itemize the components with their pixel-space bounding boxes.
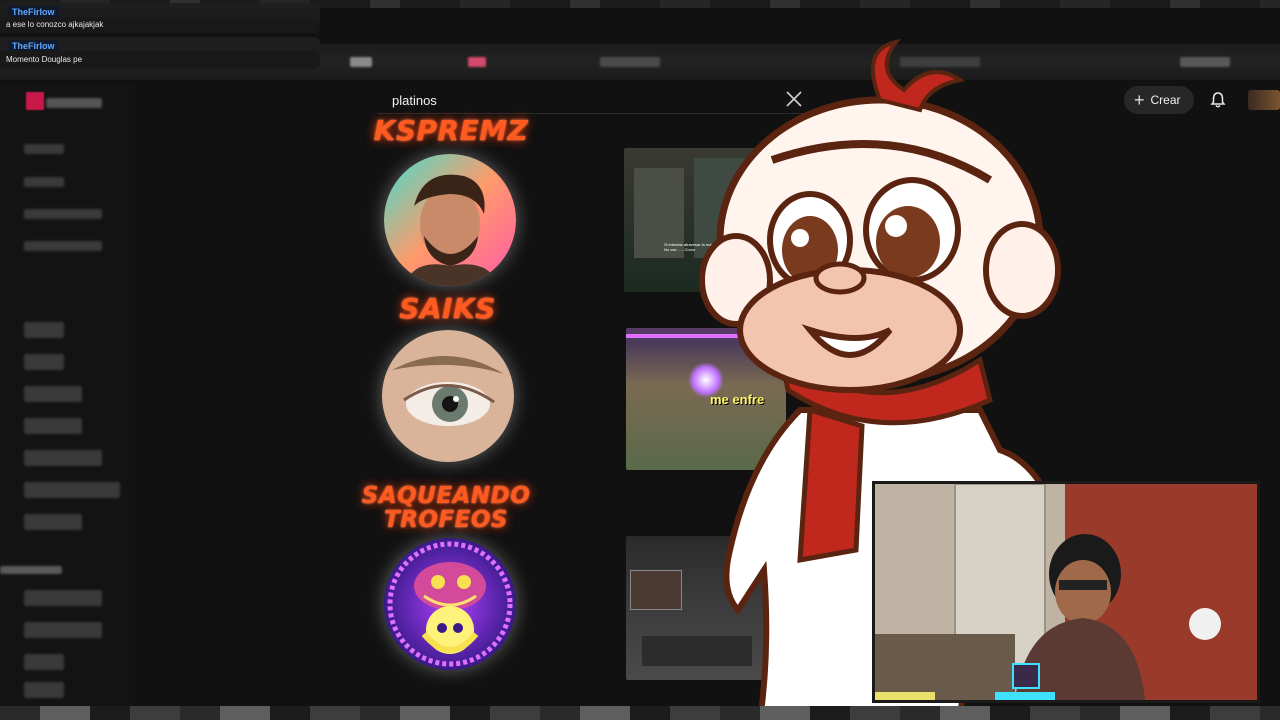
chat-text: Momento Douglas pe <box>6 55 83 64</box>
sidebar-item[interactable] <box>24 682 64 698</box>
sidebar-item[interactable] <box>24 322 64 338</box>
channel-avatar[interactable] <box>384 154 516 286</box>
sidebar-item[interactable] <box>24 386 82 402</box>
channel-avatar[interactable] <box>384 538 516 670</box>
sidebar-item[interactable] <box>24 590 102 606</box>
bell-icon[interactable] <box>1209 91 1227 109</box>
chat-message-body: a ese lo conozco ajkajakjak <box>0 17 320 33</box>
sidebar-item[interactable] <box>24 654 64 670</box>
channel-name-line: TROFEOS <box>384 507 508 533</box>
channel-name-line: SAQUEANDO <box>361 483 531 509</box>
chat-message-body: Momento Douglas pe <box>0 51 320 69</box>
sidebar-item[interactable] <box>24 622 102 638</box>
logo-icon[interactable] <box>26 92 44 110</box>
sidebar-item[interactable] <box>46 98 102 108</box>
sidebar-item[interactable] <box>24 144 64 154</box>
search-input[interactable]: platinos <box>392 93 437 108</box>
bookmark-blob <box>600 57 660 67</box>
blurred-bottom-strip <box>0 706 1280 720</box>
sidebar-item[interactable] <box>24 418 82 434</box>
channel-name: KSPREMZ <box>373 114 529 147</box>
bookmark-blob <box>468 57 486 67</box>
channel-name: SAQUEANDO TROFEOS <box>356 484 536 532</box>
avatar-image <box>382 330 514 462</box>
sidebar-item[interactable] <box>24 241 102 251</box>
create-button[interactable]: + Crear <box>1124 86 1194 114</box>
avatar[interactable] <box>1248 90 1280 110</box>
create-label: Crear <box>1150 93 1181 107</box>
channel-name: SAIKS <box>399 292 496 325</box>
avatar-image <box>384 538 516 670</box>
sidebar-item[interactable] <box>24 514 82 530</box>
bookmark-blob <box>1180 57 1230 67</box>
sidebar-item[interactable] <box>24 177 64 187</box>
sidebar-item[interactable] <box>24 482 120 498</box>
webcam-overlay <box>872 481 1260 703</box>
bookmark-blob <box>350 57 372 67</box>
sidebar-item[interactable] <box>24 354 64 370</box>
webcam-feed <box>875 484 1257 700</box>
plus-icon: + <box>1134 90 1145 110</box>
channel-avatar[interactable] <box>382 330 514 462</box>
sidebar-item[interactable] <box>24 209 102 219</box>
avatar-image <box>384 154 516 286</box>
chat-text: a ese lo conozco ajkajakjak <box>6 20 104 29</box>
sidebar <box>0 84 135 720</box>
stream-frame: TheFirlow a ese lo conozco ajkajakjak Th… <box>0 0 1280 720</box>
sidebar-item[interactable] <box>24 450 102 466</box>
sidebar-divider <box>0 566 62 574</box>
